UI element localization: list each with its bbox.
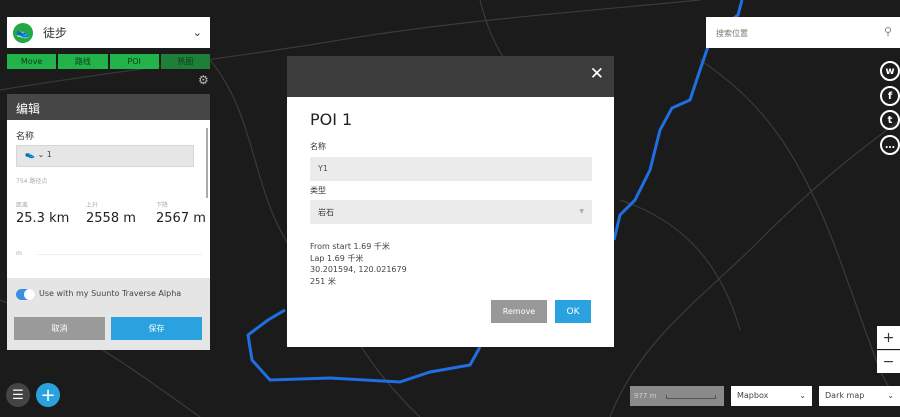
from-start: From start 1.69 千米	[310, 242, 390, 251]
coordinates: 30.201594, 120.021679	[310, 265, 407, 274]
route-name-value: 1	[46, 150, 52, 159]
modal-title: POI 1	[310, 110, 353, 129]
scale-bar: 977 m	[630, 386, 724, 406]
toggle-label: Use with my Suunto Traverse Alpha	[39, 289, 182, 298]
scale-line	[666, 395, 716, 399]
shoe-icon: 👟 ⌄	[25, 150, 47, 159]
edit-panel: 编辑 名称 👟 ⌄ 1 754 路径点 距离 25.3 km 上升 2558 m 下…	[7, 94, 210, 350]
zoom-in-button[interactable]: +	[877, 326, 900, 349]
more-icon[interactable]: …	[880, 135, 900, 155]
lap-distance: Lap 1.69 千米	[310, 253, 364, 263]
panel-title: 编辑	[7, 94, 210, 120]
search-placeholder: 搜索位置	[716, 29, 748, 38]
poi-type-select[interactable]: 岩石 ▼	[310, 200, 592, 224]
shoe-icon: 👟	[13, 22, 33, 43]
waypoints-count: 754 路径点	[16, 178, 48, 185]
map-provider-select[interactable]: Mapbox ⌄	[731, 386, 812, 406]
tab-poi[interactable]: POI	[109, 54, 159, 69]
style-value: Dark map	[825, 391, 865, 400]
search-input[interactable]: 搜索位置 ⚲	[706, 17, 900, 48]
ok-button[interactable]: OK	[555, 300, 591, 323]
cancel-button[interactable]: 取消	[14, 317, 105, 340]
zoom-out-button[interactable]: −	[877, 350, 900, 373]
traverse-toggle[interactable]	[16, 289, 35, 300]
chevron-down-icon: ⌄	[887, 391, 894, 400]
sport-selector[interactable]: 👟 徒步 ⌄	[7, 17, 210, 48]
add-button[interactable]: +	[36, 383, 60, 407]
mode-tabs: Move 路线 POI 热图	[7, 54, 210, 69]
modal-header: ✕	[287, 56, 614, 97]
name-label: 名称	[16, 132, 35, 142]
poi-info: From start 1.69 千米 Lap 1.69 千米 30.201594…	[310, 241, 407, 287]
tab-route[interactable]: 路线	[58, 54, 108, 69]
chevron-down-icon: ⌄	[192, 26, 202, 39]
provider-value: Mapbox	[737, 391, 769, 400]
search-icon[interactable]: ⚲	[884, 25, 892, 38]
elevation-chart-axis	[37, 254, 202, 255]
stat-ascent: 上升 2558 m	[86, 202, 136, 226]
panel-footer: Use with my Suunto Traverse Alpha 取消 保存	[7, 278, 210, 350]
twitter-icon[interactable]: t	[880, 110, 900, 130]
menu-button[interactable]: ☰	[6, 383, 30, 407]
map-style-select[interactable]: Dark map ⌄	[819, 386, 900, 406]
type-label: 类型	[310, 186, 326, 195]
name-label: 名称	[310, 142, 326, 151]
close-icon[interactable]: ✕	[590, 64, 604, 84]
tab-heatmap[interactable]: 热图	[160, 54, 210, 69]
gear-icon[interactable]: ⚙	[198, 73, 209, 87]
plus-icon: +	[40, 384, 56, 406]
weibo-icon[interactable]: w	[880, 61, 900, 81]
stat-descent: 下降 2567 m	[156, 202, 206, 226]
poi-type-value: 岩石	[318, 208, 334, 217]
poi-modal: POI 1 名称 Y1 类型 岩石 ▼ From start 1.69 千米 La…	[287, 97, 614, 347]
sport-label: 徒步	[43, 26, 68, 40]
altitude: 251 米	[310, 276, 336, 286]
menu-icon: ☰	[12, 387, 24, 403]
scrollbar[interactable]	[206, 128, 208, 198]
chevron-down-icon: ⌄	[799, 391, 806, 400]
elevation-unit: m	[16, 250, 22, 257]
facebook-icon[interactable]: f	[880, 86, 900, 106]
dropdown-arrow-icon: ▼	[579, 208, 584, 215]
scale-label: 977 m	[634, 392, 657, 400]
remove-button[interactable]: Remove	[491, 300, 547, 323]
poi-name-input[interactable]: Y1	[310, 157, 592, 181]
route-name-input[interactable]: 👟 ⌄ 1	[16, 145, 194, 167]
stat-distance: 距离 25.3 km	[16, 202, 70, 226]
tab-move[interactable]: Move	[7, 54, 57, 69]
save-button[interactable]: 保存	[111, 317, 202, 340]
